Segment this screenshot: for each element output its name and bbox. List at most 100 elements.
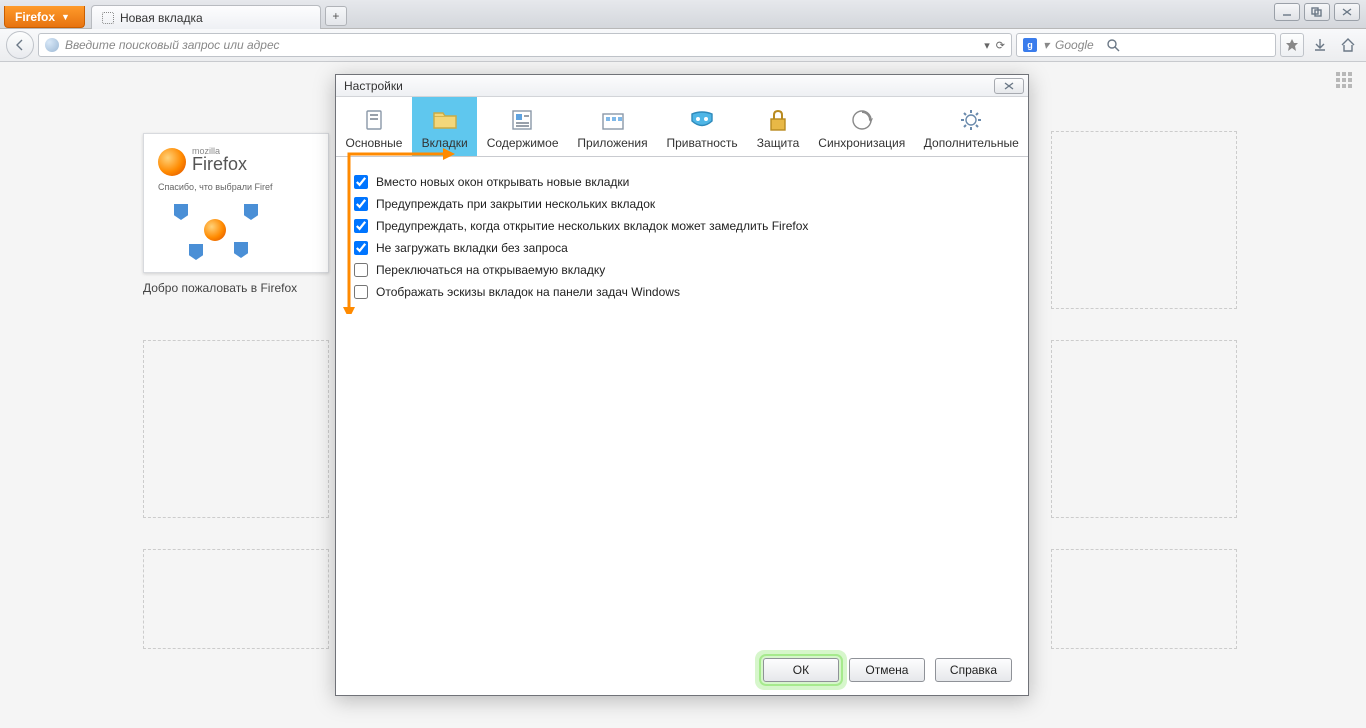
firefox-menu-label: Firefox [15,10,55,24]
option-open-tabs-not-windows[interactable]: Вместо новых окон открывать новые вкладк… [354,171,1010,193]
option-taskbar-thumbnails[interactable]: Отображать эскизы вкладок на панели зада… [354,281,1010,303]
reload-icon[interactable]: ⟳ [996,39,1005,52]
category-label: Содержимое [487,136,559,150]
firefox-logo-icon [158,148,186,176]
search-placeholder-text: Google [1055,38,1094,52]
back-arrow-icon [12,37,28,53]
tile-caption: Добро пожаловать в Firefox [143,281,329,295]
download-icon [1312,37,1328,53]
option-label: Предупреждать, когда открытие нескольких… [376,219,808,233]
settings-category-toolbar: Основные Вкладки Содержимое Приложения П… [336,97,1028,157]
option-label: Не загружать вкладки без запроса [376,241,568,255]
minimize-button[interactable] [1274,3,1300,21]
close-button[interactable] [1334,3,1360,21]
minimize-icon [1281,7,1293,17]
option-label: Отображать эскизы вкладок на панели зада… [376,285,680,299]
checkbox[interactable] [354,241,368,255]
category-label: Дополнительные [924,136,1019,150]
tab-title: Новая вкладка [120,11,203,25]
option-dont-load-until-selected[interactable]: Не загружать вкладки без запроса [354,237,1010,259]
category-label: Приватность [666,136,737,150]
downloads-button[interactable] [1308,33,1332,57]
tile-subtext: Спасибо, что выбрали Firef [158,182,272,192]
url-bar[interactable]: Введите поисковый запрос или адрес ▾ ⟳ [38,33,1012,57]
dropdown-marker-icon[interactable]: ▾ [984,39,990,52]
mask-icon [687,106,717,134]
bookmark-menu-button[interactable] [1280,33,1304,57]
tab-new[interactable]: Новая вкладка [91,5,321,29]
settings-body: Вместо новых окон открывать новые вкладк… [336,157,1028,651]
checkbox[interactable] [354,285,368,299]
tiles-toggle-icon[interactable] [1336,72,1352,88]
category-label: Вкладки [422,136,468,150]
search-box[interactable]: g ▾ Google [1016,33,1276,57]
shield-icon [189,244,203,260]
category-applications[interactable]: Приложения [568,97,657,156]
gear-icon [956,106,986,134]
category-label: Защита [757,136,800,150]
new-tab-icon [102,12,114,24]
shield-icon [244,204,258,220]
tab-bar: Новая вкладка + [91,0,1274,28]
google-icon: g [1023,38,1037,52]
home-button[interactable] [1336,33,1360,57]
tile-heading: Firefox [192,154,247,175]
category-label: Основные [346,136,403,150]
checkbox[interactable] [354,197,368,211]
dialog-titlebar[interactable]: Настройки [336,75,1028,97]
category-content[interactable]: Содержимое [477,97,568,156]
option-label: Вместо новых окон открывать новые вкладк… [376,175,629,189]
search-icon[interactable] [1106,38,1120,52]
category-general[interactable]: Основные [336,97,412,156]
home-icon [1340,37,1356,53]
search-engine-dropdown-icon[interactable]: ▾ [1043,38,1049,52]
firefox-logo-icon [204,219,226,241]
category-label: Приложения [577,136,647,150]
speed-dial-placeholder[interactable] [1051,549,1237,649]
category-advanced[interactable]: Дополнительные [915,97,1028,156]
cancel-button[interactable]: Отмена [849,658,925,682]
option-label: Предупреждать при закрытии нескольких вк… [376,197,655,211]
speed-dial-placeholder[interactable] [1051,340,1237,518]
category-sync[interactable]: Синхронизация [809,97,915,156]
new-tab-button[interactable]: + [325,6,347,26]
navigation-bar: Введите поисковый запрос или адрес ▾ ⟳ g… [0,29,1366,62]
folder-icon [430,106,460,134]
help-button[interactable]: Справка [935,658,1012,682]
lock-icon [763,106,793,134]
star-icon [1285,38,1299,52]
dialog-footer: ОК Отмена Справка [336,651,1028,695]
globe-icon [45,38,59,52]
option-switch-to-opened-tab[interactable]: Переключаться на открываемую вкладку [354,259,1010,281]
option-warn-close-multiple[interactable]: Предупреждать при закрытии нескольких вк… [354,193,1010,215]
url-placeholder-text: Введите поисковый запрос или адрес [65,38,279,52]
category-privacy[interactable]: Приватность [657,97,747,156]
speed-dial-placeholder[interactable] [143,340,329,518]
shield-icon [174,204,188,220]
plus-icon: + [332,9,339,23]
dialog-close-button[interactable] [994,78,1024,94]
checkbox[interactable] [354,175,368,189]
checkbox[interactable] [354,263,368,277]
option-label: Переключаться на открываемую вкладку [376,263,605,277]
speed-dial-placeholder[interactable] [143,549,329,649]
close-icon [1003,82,1015,90]
tile-thumbnail: mozilla Firefox Спасибо, что выбрали Fir… [143,133,329,273]
ok-button[interactable]: ОК [763,658,839,682]
settings-dialog: Настройки Основные Вкладки Содержимое [335,74,1029,696]
category-security[interactable]: Защита [747,97,809,156]
shield-icon [234,242,248,258]
speed-dial-placeholder[interactable] [1051,131,1237,309]
chevron-down-icon: ▼ [61,12,70,22]
applications-icon [598,106,628,134]
firefox-menu-button[interactable]: Firefox ▼ [4,6,85,28]
checkbox[interactable] [354,219,368,233]
category-tabs[interactable]: Вкладки [412,97,477,156]
option-warn-slow-many-tabs[interactable]: Предупреждать, когда открытие нескольких… [354,215,1010,237]
dialog-title: Настройки [344,79,403,93]
back-button[interactable] [6,31,34,59]
maximize-button[interactable] [1304,3,1330,21]
close-icon [1341,7,1353,17]
speed-dial-tile-welcome[interactable]: mozilla Firefox Спасибо, что выбрали Fir… [143,133,329,295]
category-label: Синхронизация [818,136,905,150]
